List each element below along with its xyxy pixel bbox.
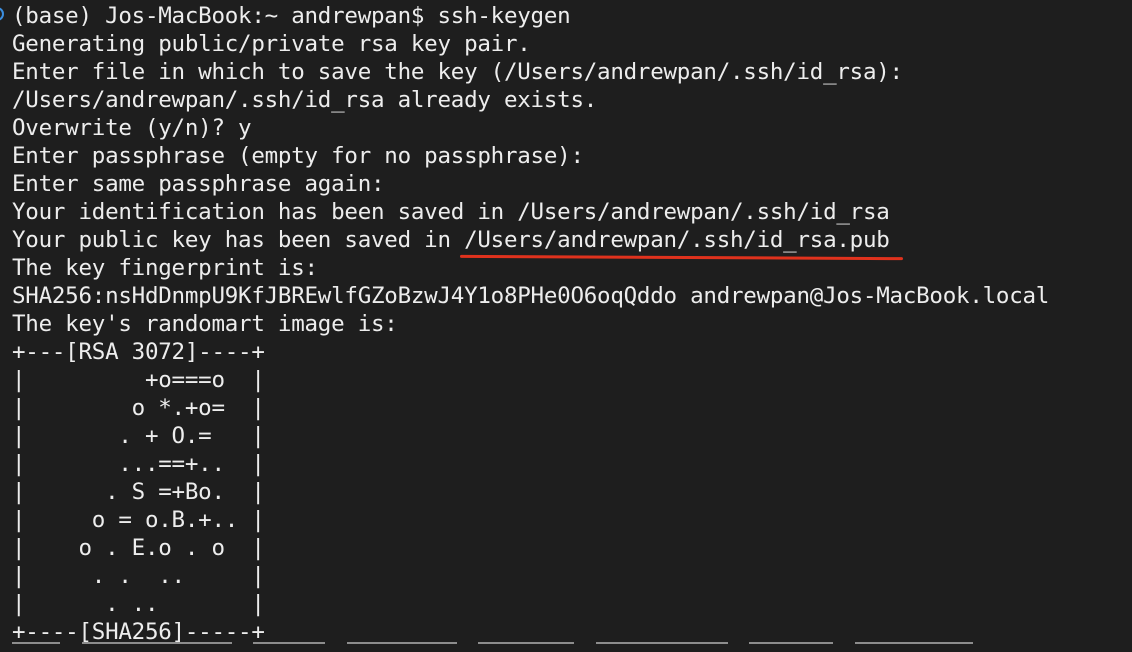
randomart-label: The key's randomart image is:: [12, 311, 398, 337]
output-line: Generating public/private rsa key pair.: [12, 31, 531, 57]
randomart-line: | . + O.= |: [12, 423, 265, 449]
cut-off-next-line: [12, 642, 1072, 652]
cut-off-glyphs: [595, 642, 728, 644]
prompt-mark-icon: [0, 7, 4, 21]
public-key-label: Your public key has been saved in: [12, 227, 465, 253]
randomart-line: | ...==+.. |: [12, 451, 265, 477]
output-line: /Users/andrewpan/.ssh/id_rsa already exi…: [12, 87, 598, 113]
output-line: Overwrite (y/n)? y: [12, 115, 252, 141]
output-line: Enter file in which to save the key (/Us…: [12, 59, 903, 85]
randomart-line: | . S =+Bo. |: [12, 479, 265, 505]
cut-off-glyphs: [81, 642, 232, 644]
terminal-window[interactable]: (base) Jos-MacBook:~ andrewpan$ ssh-keyg…: [0, 0, 1132, 652]
cut-off-glyphs: [478, 642, 575, 644]
public-key-line: Your public key has been saved in /Users…: [12, 226, 1132, 254]
output-line: Enter same passphrase again:: [12, 171, 385, 197]
cut-off-glyphs: [253, 642, 326, 644]
command-line: (base) Jos-MacBook:~ andrewpan$ ssh-keyg…: [12, 3, 571, 29]
cut-off-glyphs: [854, 642, 973, 644]
randomart-line: | o . E.o . o |: [12, 535, 265, 561]
randomart-line: | +o===o |: [12, 367, 265, 393]
randomart-line: | . .. |: [12, 591, 265, 617]
randomart-line: | o = o.B.+.. |: [12, 507, 265, 533]
output-line: Enter passphrase (empty for no passphras…: [12, 143, 584, 169]
output-line: Your identification has been saved in /U…: [12, 199, 890, 225]
cut-off-glyphs: [12, 642, 60, 644]
public-key-path-highlighted: /Users/andrewpan/.ssh/id_rsa.pub: [464, 227, 890, 253]
fingerprint-value: SHA256:nsHdDnmpU9KfJBREwlfGZoBzwJ4Y1o8PH…: [12, 283, 1050, 309]
cut-off-glyphs: [749, 642, 834, 644]
randomart-line: +---[RSA 3072]----+: [12, 339, 265, 365]
randomart-line: | o *.+o= |: [12, 395, 265, 421]
terminal-output: (base) Jos-MacBook:~ andrewpan$ ssh-keyg…: [12, 2, 1132, 646]
cut-off-glyphs: [346, 642, 457, 644]
randomart-line: | . . .. |: [12, 563, 265, 589]
